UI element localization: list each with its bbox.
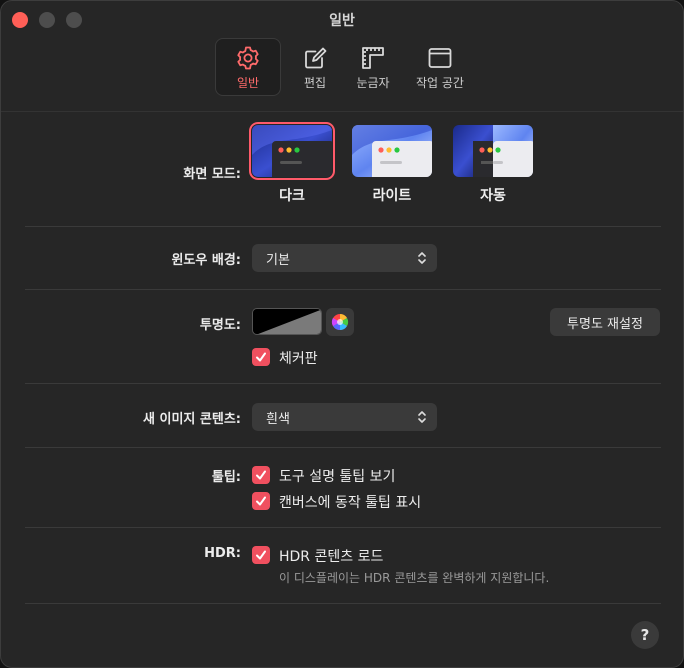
chevron-updown-icon bbox=[417, 410, 427, 424]
theme-dark-label[interactable]: 다크 bbox=[252, 185, 332, 205]
tooltips-label: 툴팁: bbox=[211, 470, 241, 485]
show-tool-tips-checkbox[interactable] bbox=[252, 466, 270, 484]
canvas-tips-checkbox[interactable] bbox=[252, 492, 270, 510]
theme-auto-label[interactable]: 자동 bbox=[453, 185, 533, 205]
new-image-contents-value: 흰색 bbox=[266, 411, 290, 427]
hdr-load-label[interactable]: HDR 콘텐츠 로드 bbox=[279, 546, 383, 566]
transparency-label: 투명도: bbox=[199, 318, 241, 333]
divider bbox=[25, 447, 661, 448]
tab-label: 일반 bbox=[236, 75, 260, 90]
window-icon bbox=[426, 44, 454, 72]
edit-icon bbox=[301, 44, 329, 72]
tab-ruler[interactable]: 눈금자 bbox=[347, 38, 399, 96]
tab-label: 편집 bbox=[303, 75, 327, 90]
tab-general[interactable]: 일반 bbox=[215, 38, 281, 96]
tab-workspace[interactable]: 작업 공간 bbox=[407, 38, 473, 96]
appearance-label: 화면 모드: bbox=[183, 167, 241, 182]
window-background-label: 윈도우 배경: bbox=[171, 253, 241, 268]
help-button[interactable]: ? bbox=[631, 621, 659, 649]
gear-icon bbox=[234, 44, 262, 72]
checkmark-icon bbox=[256, 352, 266, 362]
color-picker-button[interactable] bbox=[326, 308, 354, 336]
theme-auto-thumbnail[interactable] bbox=[453, 125, 533, 177]
hdr-load-checkbox[interactable] bbox=[252, 546, 270, 564]
toolbar-divider bbox=[1, 111, 683, 112]
checkerboard-label[interactable]: 체커판 bbox=[279, 348, 318, 368]
transparency-color-well[interactable] bbox=[252, 308, 322, 335]
tab-edit[interactable]: 편집 bbox=[289, 38, 341, 96]
theme-dark-thumbnail[interactable] bbox=[249, 122, 335, 180]
checkmark-icon bbox=[256, 470, 266, 480]
theme-light-label[interactable]: 라이트 bbox=[352, 185, 432, 205]
new-image-contents-select[interactable]: 흰색 bbox=[252, 403, 437, 431]
divider bbox=[25, 289, 661, 290]
settings-window: 일반 일반 편집 눈금자 작업 공간 화면 모드: 다크 라이트 자동 윈도우 … bbox=[0, 0, 684, 668]
title-bar: 일반 bbox=[1, 1, 683, 39]
new-image-contents-label: 새 이미지 콘텐츠: bbox=[143, 412, 241, 427]
divider bbox=[25, 226, 661, 227]
chevron-updown-icon bbox=[417, 251, 427, 265]
divider bbox=[25, 603, 661, 604]
hdr-support-note: 이 디스플레이는 HDR 콘텐츠를 완벽하게 지원합니다. bbox=[279, 571, 550, 585]
color-wheel-icon bbox=[331, 313, 349, 331]
tab-label: 눈금자 bbox=[356, 75, 390, 90]
divider bbox=[25, 383, 661, 384]
show-tool-tips-label[interactable]: 도구 설명 툴팁 보기 bbox=[279, 466, 395, 486]
ruler-icon bbox=[359, 44, 387, 72]
checkmark-icon bbox=[256, 550, 266, 560]
checkmark-icon bbox=[256, 496, 266, 506]
reset-transparency-button[interactable]: 투명도 재설정 bbox=[550, 308, 660, 336]
window-title: 일반 bbox=[329, 13, 355, 29]
window-background-select[interactable]: 기본 bbox=[252, 244, 437, 272]
tab-label: 작업 공간 bbox=[416, 75, 464, 90]
hdr-label: HDR: bbox=[204, 546, 241, 561]
divider bbox=[25, 527, 661, 528]
canvas-tips-label[interactable]: 캔버스에 동작 툴팁 표시 bbox=[279, 492, 421, 512]
theme-light-thumbnail[interactable] bbox=[352, 125, 432, 177]
window-background-value: 기본 bbox=[266, 252, 290, 268]
checkerboard-checkbox[interactable] bbox=[252, 348, 270, 366]
